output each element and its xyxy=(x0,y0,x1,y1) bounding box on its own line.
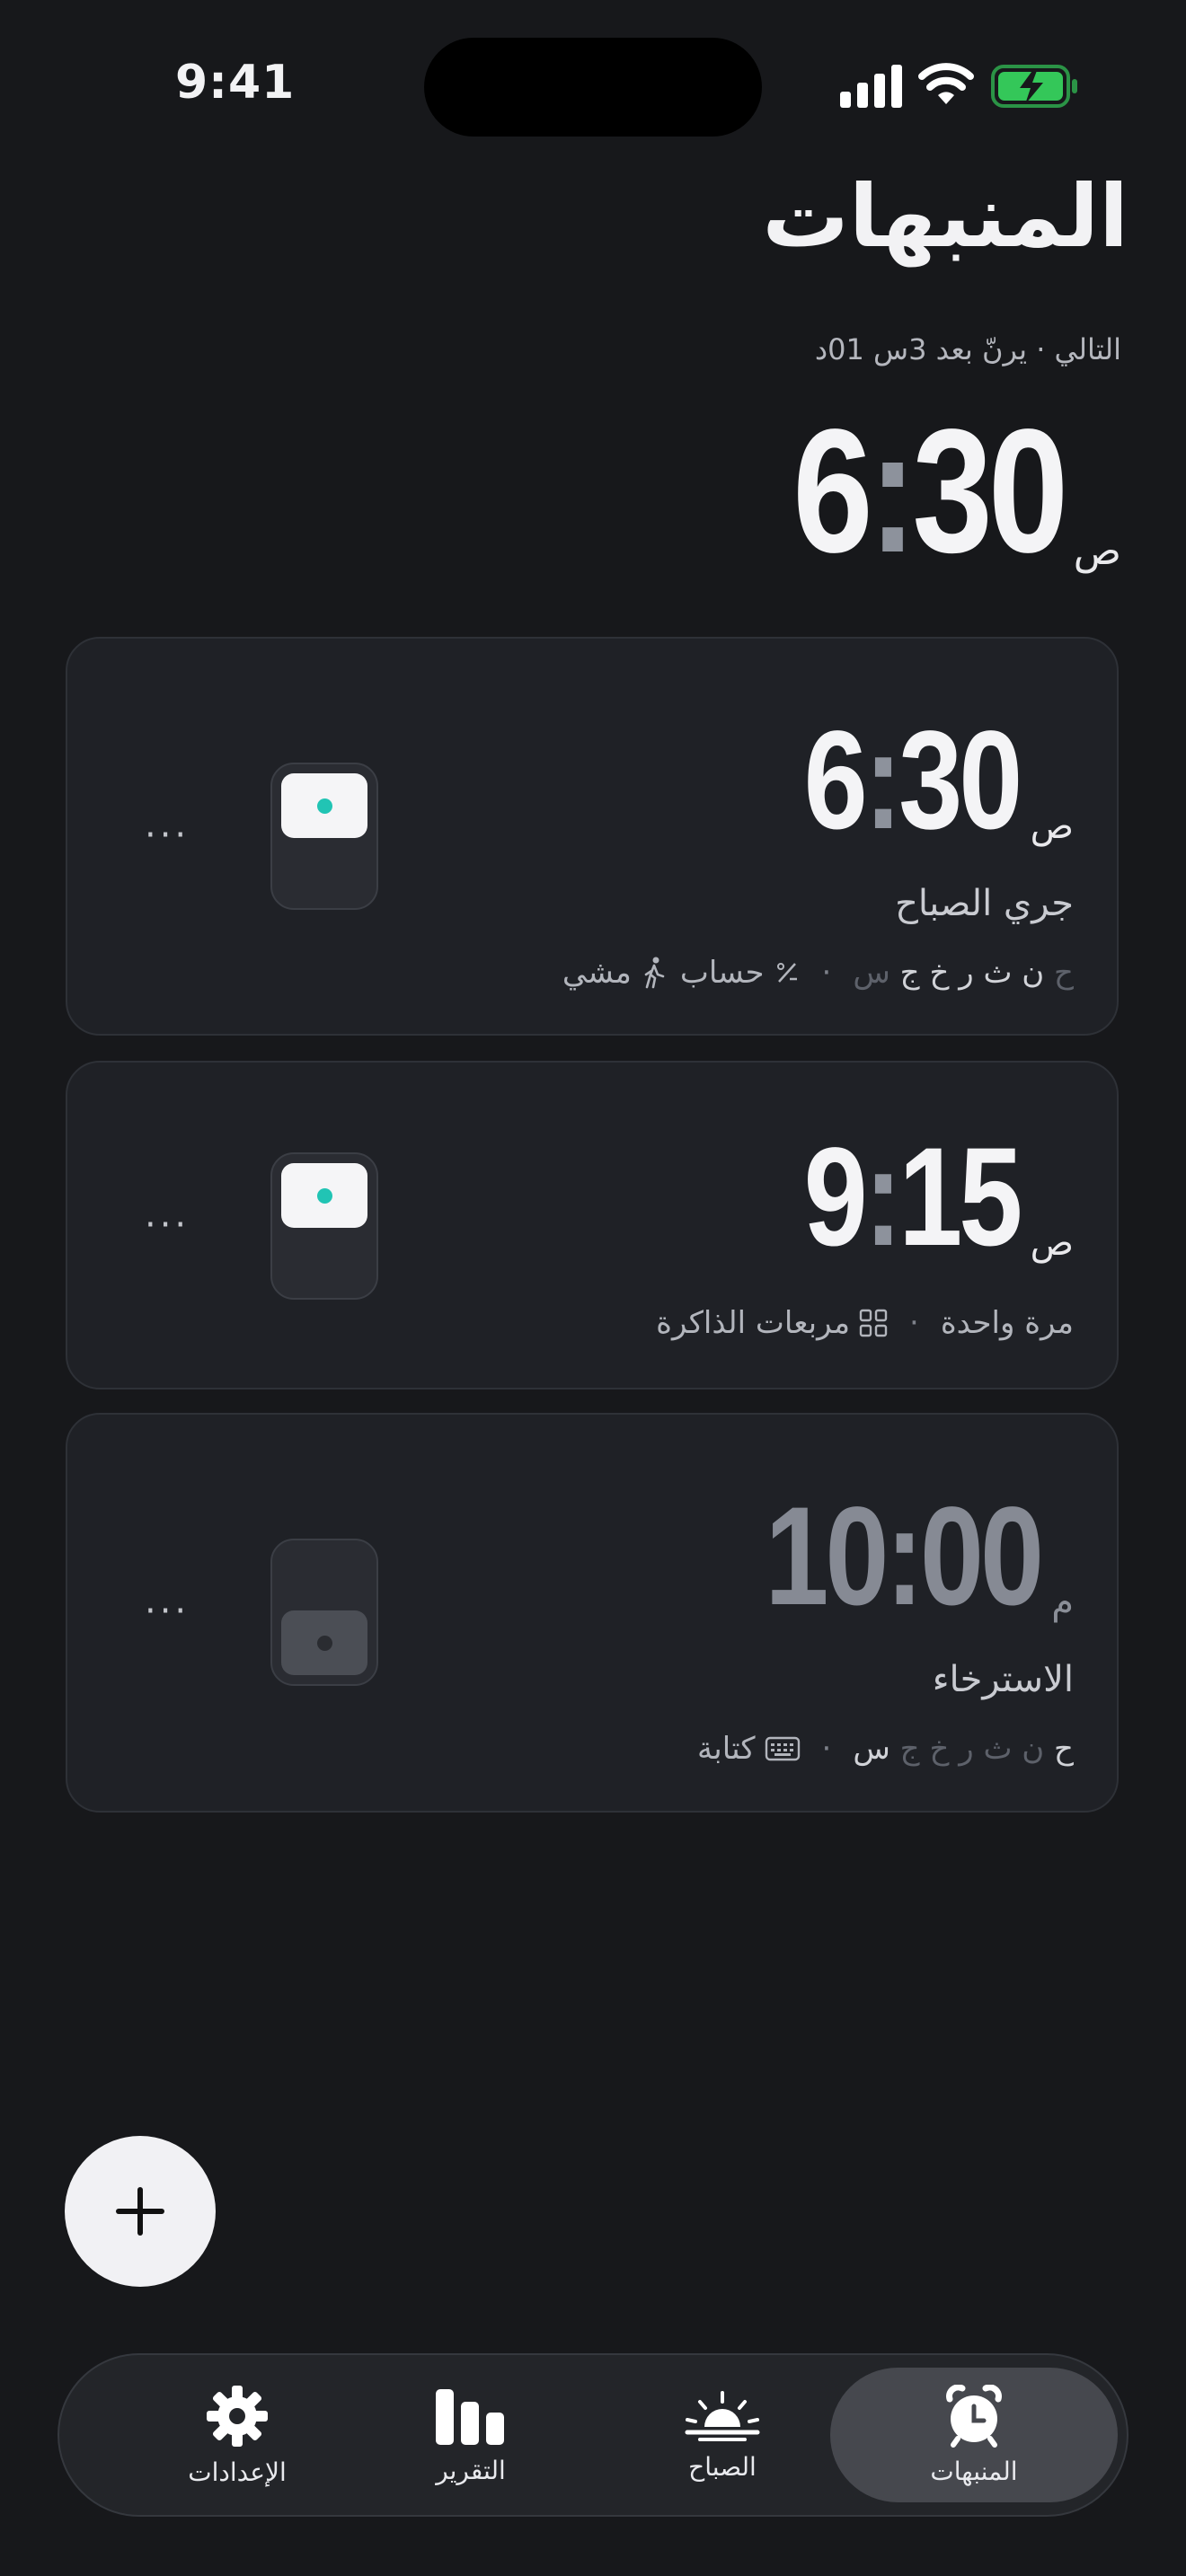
alarm-card[interactable]: 6:30 ص جري الصباح ح ن ث ر خ ج س · حساب م… xyxy=(66,637,1119,1036)
alarm-meta: مرة واحدة · مربعات الذاكرة xyxy=(656,1305,1074,1341)
mission-typing: كتابة xyxy=(697,1731,801,1767)
alarm-card[interactable]: 9:15 ص مرة واحدة · مربعات الذاكرة ··· xyxy=(66,1061,1119,1389)
alarm-card[interactable]: 10:00 م الاسترخاء ح ن ث ر خ ج س · كتابة … xyxy=(66,1413,1119,1813)
add-alarm-button[interactable] xyxy=(65,2136,216,2287)
more-options-button[interactable]: ··· xyxy=(145,1204,190,1246)
percent-icon xyxy=(776,963,797,983)
walk-icon xyxy=(644,957,665,989)
alarm-label: الاسترخاء xyxy=(932,1659,1074,1700)
mission-math: حساب xyxy=(680,955,801,991)
grid-icon xyxy=(859,1309,888,1337)
battery-charging-icon xyxy=(991,65,1077,108)
repeat-text: مرة واحدة xyxy=(940,1305,1074,1341)
alarm-meta: ح ن ث ر خ ج س · حساب مشي xyxy=(562,955,1074,991)
sunrise-icon xyxy=(685,2390,760,2441)
tab-bar: المنبهات الصباح التقرير الإعدادات xyxy=(58,2353,1128,2517)
hero-ampm: ص xyxy=(1073,528,1121,574)
repeat-days: ح ن ث ر خ ج س xyxy=(853,955,1074,991)
hero-minutes: 30 xyxy=(912,393,1069,589)
alarm-label: جري الصباح xyxy=(895,883,1074,924)
bar-chart-icon xyxy=(436,2388,504,2445)
alarm-meta: ح ن ث ر خ ج س · كتابة xyxy=(697,1731,1074,1767)
alarm-toggle[interactable] xyxy=(270,1539,378,1686)
next-alarm-time: 6:30 ص xyxy=(792,393,1121,589)
more-options-button[interactable]: ··· xyxy=(145,1591,190,1632)
tab-report[interactable]: التقرير xyxy=(365,2368,577,2502)
hero-hour: 6 xyxy=(792,393,873,589)
alarm-time: 6:30 ص xyxy=(803,702,1074,859)
alarm-toggle[interactable] xyxy=(270,763,378,910)
alarm-time: 10:00 م xyxy=(765,1478,1074,1635)
repeat-days: ح ن ث ر خ ج س xyxy=(853,1731,1074,1767)
more-options-button[interactable]: ··· xyxy=(145,815,190,856)
alarm-time: 9:15 ص xyxy=(803,1119,1074,1275)
mission-memory: مربعات الذاكرة xyxy=(656,1305,888,1341)
gear-icon xyxy=(207,2385,268,2447)
dynamic-island xyxy=(424,38,762,137)
tab-alarms[interactable]: المنبهات xyxy=(830,2368,1118,2502)
status-time: 9:41 xyxy=(175,56,296,110)
next-alarm-info: التالي · يرنّ بعد 3س 01د xyxy=(814,332,1121,366)
plus-icon xyxy=(116,2187,164,2236)
page-title: المنبهات xyxy=(762,166,1128,267)
tab-settings[interactable]: الإعدادات xyxy=(131,2368,343,2502)
keyboard-icon xyxy=(765,1736,800,1761)
mission-walk: مشي xyxy=(562,955,668,991)
cellular-signal-icon xyxy=(840,65,902,108)
alarm-toggle[interactable] xyxy=(270,1152,378,1300)
tab-morning[interactable]: الصباح xyxy=(616,2368,828,2502)
wifi-icon xyxy=(918,63,974,104)
alarm-clock-icon xyxy=(946,2384,1002,2448)
